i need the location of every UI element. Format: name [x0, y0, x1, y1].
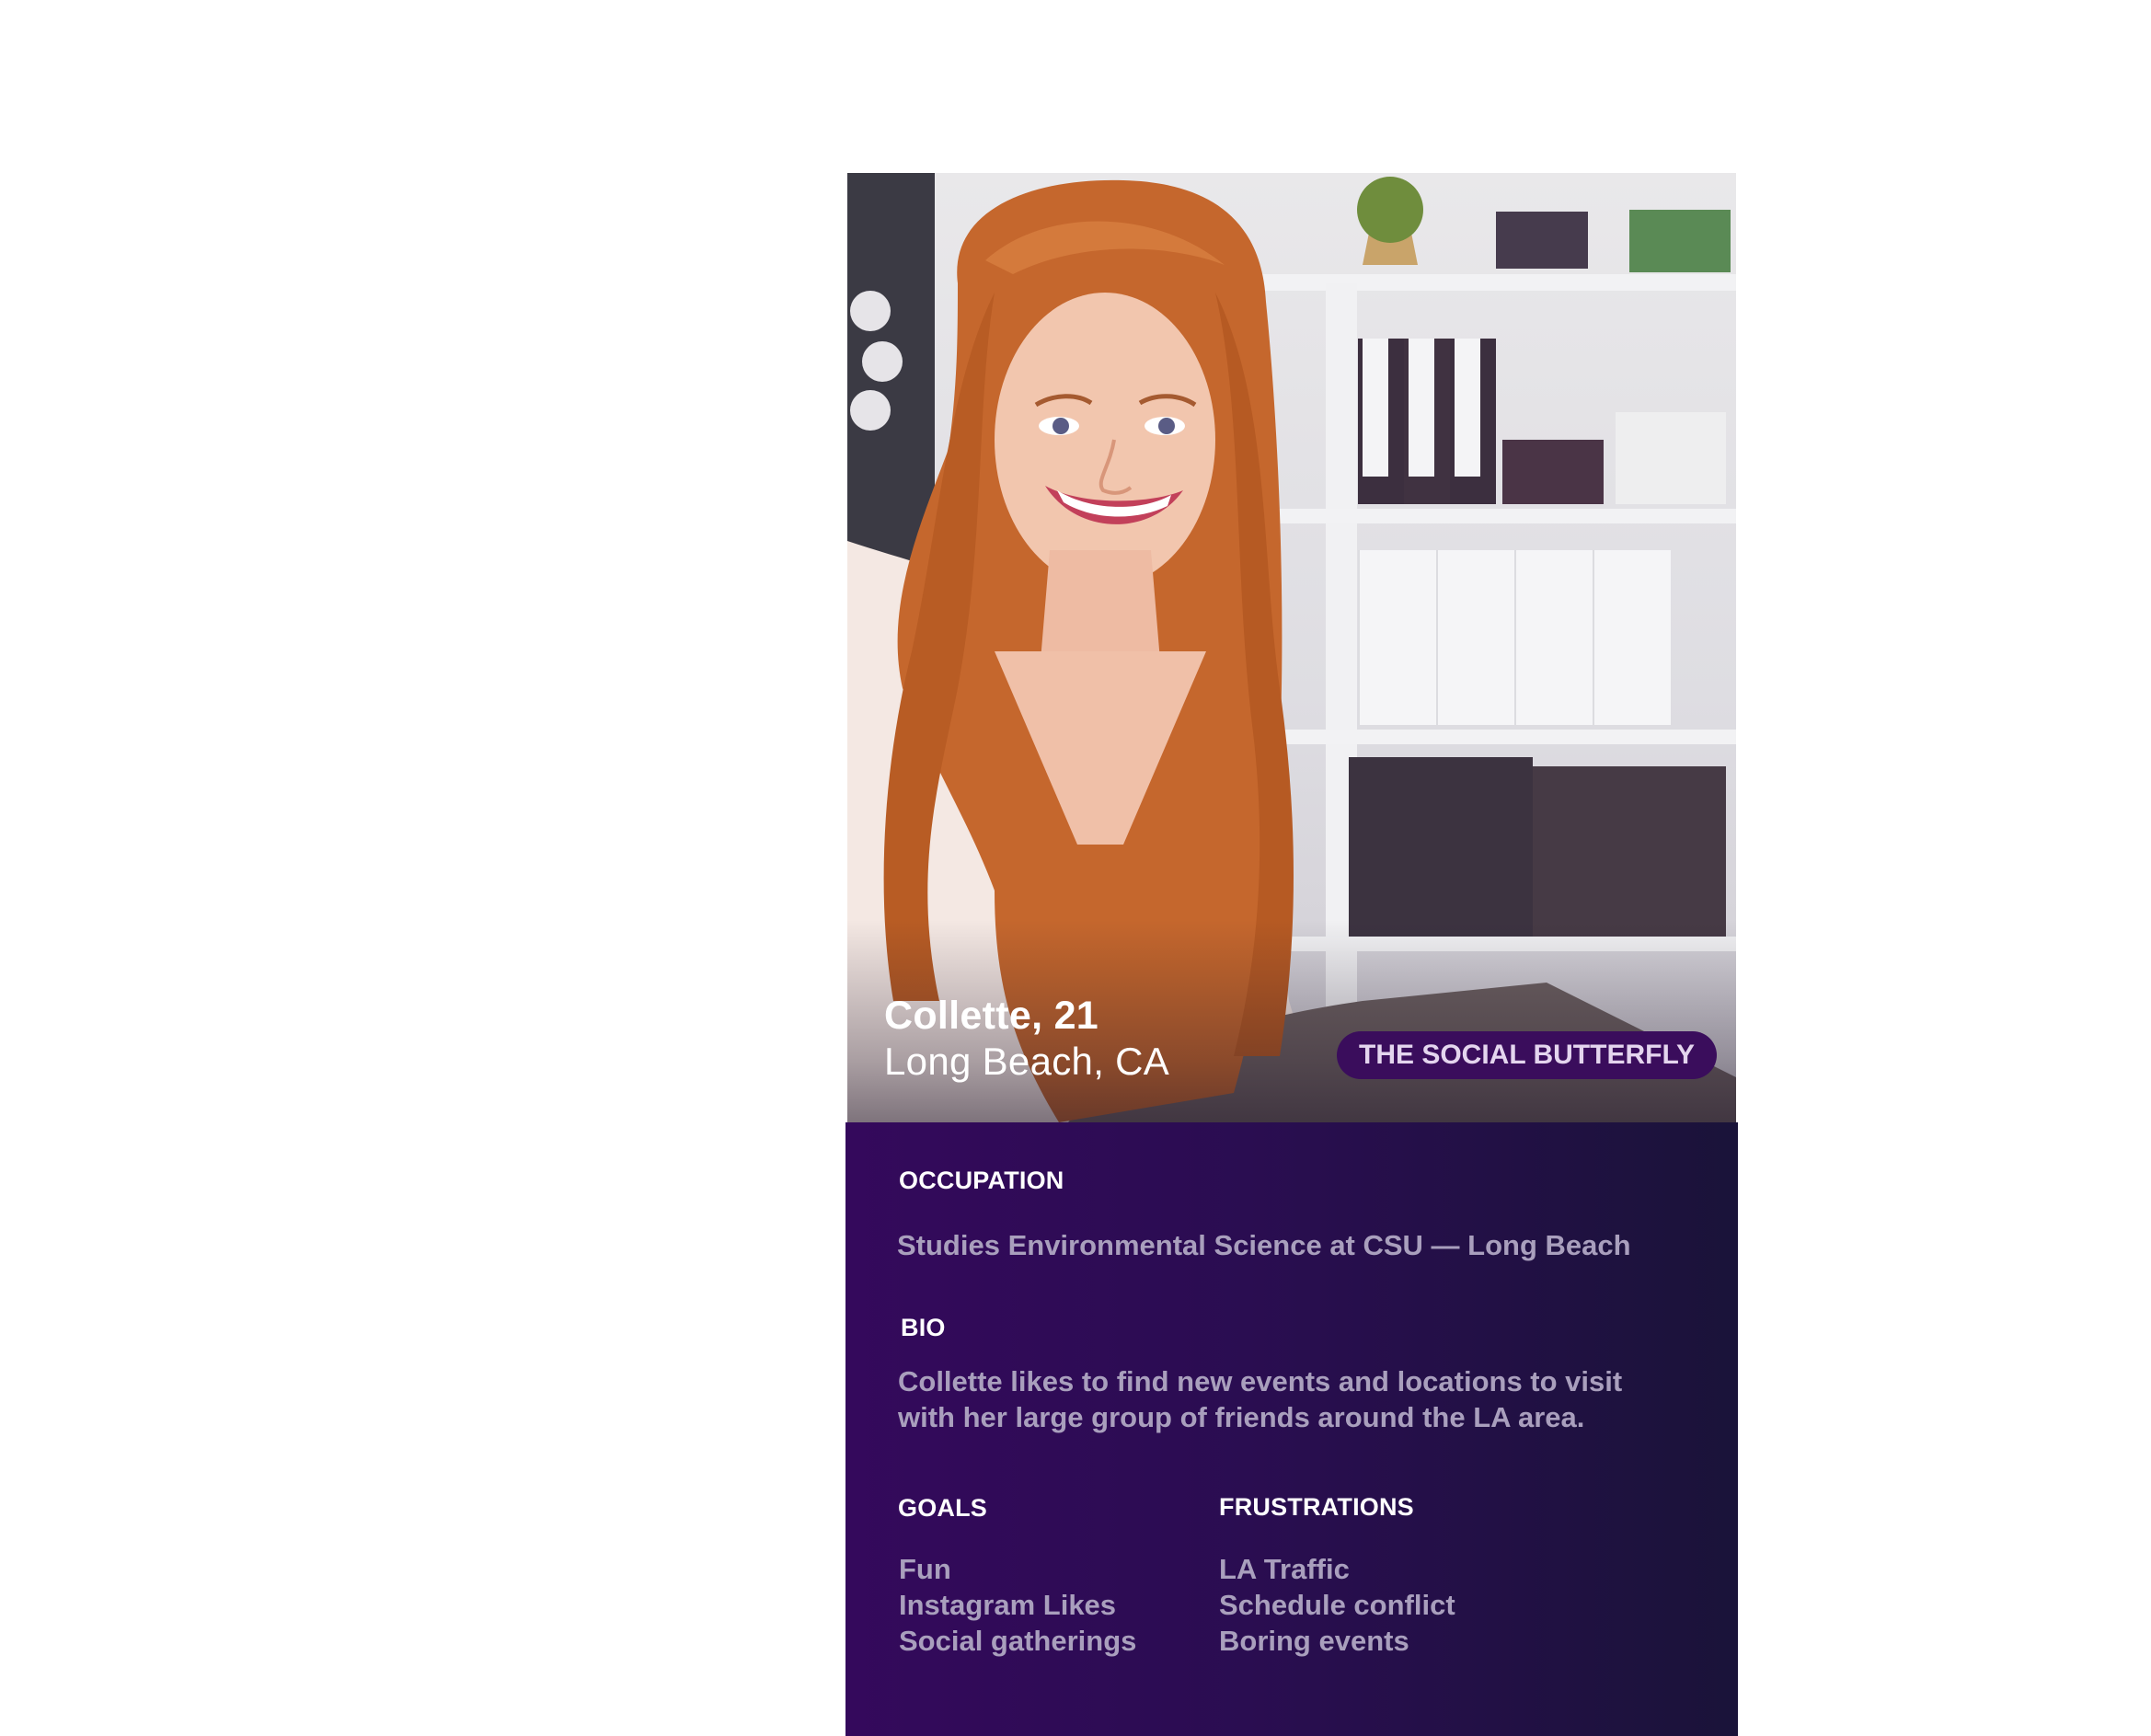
frustration-item: Boring events: [1219, 1625, 1409, 1657]
bio-text-line-1: Collette likes to find new events and lo…: [898, 1365, 1623, 1397]
persona-info-panel: OCCUPATION Studies Environmental Science…: [845, 1122, 1738, 1736]
frustration-item: Schedule conflict: [1219, 1589, 1455, 1621]
frustrations-heading: FRUSTRATIONS: [1219, 1493, 1414, 1521]
goal-item: Instagram Likes: [899, 1589, 1117, 1621]
frustrations-list: LA Traffic Schedule conflict Boring even…: [1219, 1551, 1455, 1659]
archetype-badge: THE SOCIAL BUTTERFLY: [1337, 1031, 1718, 1079]
goals-list: Fun Instagram Likes Social gatherings: [899, 1551, 1136, 1659]
persona-name-age: Collette, 21: [884, 994, 1099, 1038]
occupation-text: Studies Environmental Science at CSU — L…: [897, 1229, 1631, 1261]
persona-card: Collette, 21 Long Beach, CA THE SOCIAL B…: [845, 173, 1738, 1736]
occupation-heading: OCCUPATION: [899, 1167, 1064, 1194]
bio-text-line-2: with her large group of friends around t…: [898, 1401, 1585, 1433]
bio-heading: BIO: [901, 1314, 946, 1341]
persona-location: Long Beach, CA: [884, 1040, 1170, 1083]
frustration-item: LA Traffic: [1219, 1553, 1350, 1585]
goal-item: Social gatherings: [899, 1625, 1137, 1657]
persona-photo: Collette, 21 Long Beach, CA THE SOCIAL B…: [847, 173, 1736, 1122]
goals-heading: GOALS: [898, 1494, 988, 1522]
goal-item: Fun: [899, 1553, 951, 1585]
